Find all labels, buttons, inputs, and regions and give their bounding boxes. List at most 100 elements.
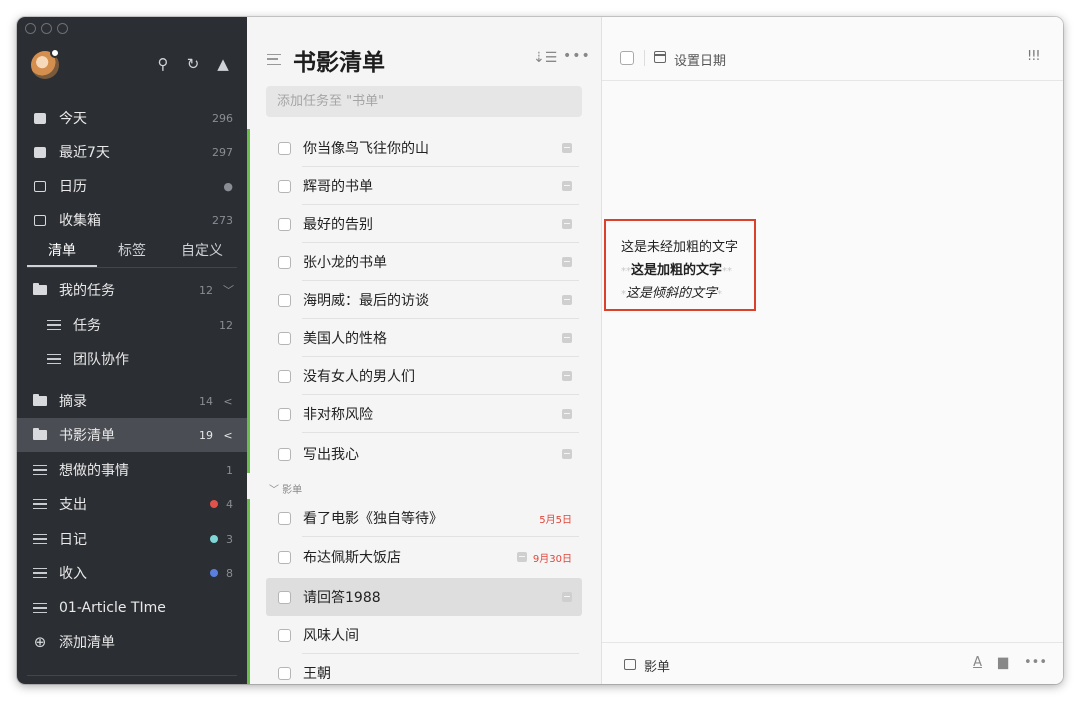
- item-count: 8: [226, 566, 233, 580]
- app-window: ⚲ ↻ ▲ 今天 296 最近7天 297 日历 ● 收集箱 273 清单 标签…: [17, 17, 1063, 684]
- chevron-down-icon[interactable]: ﹀: [223, 282, 234, 298]
- task-item[interactable]: 风味人间: [266, 616, 582, 654]
- task-checkbox[interactable]: [278, 407, 291, 421]
- task-title: 没有女人的男人们: [303, 369, 415, 385]
- note-icon: [562, 409, 572, 419]
- task-item[interactable]: 张小龙的书单: [266, 243, 582, 281]
- project-selector[interactable]: 影单: [644, 656, 670, 675]
- task-checkbox[interactable]: [278, 590, 291, 604]
- zoom-window-button[interactable]: [57, 23, 68, 34]
- sidebar-item-article-time[interactable]: 01-Article TIme: [17, 591, 247, 625]
- sidebar-item-label: 书影清单: [59, 428, 115, 444]
- markdown-marker: **: [722, 266, 733, 277]
- sidebar-item-label: 摘录: [59, 394, 87, 410]
- item-count: 1: [226, 463, 233, 477]
- sidebar-item-todo-wishes[interactable]: 想做的事情 1: [17, 453, 247, 487]
- markdown-marker: *: [717, 289, 723, 300]
- sync-icon[interactable]: ↻: [185, 55, 201, 73]
- sort-icon[interactable]: ⇣☰: [533, 50, 557, 66]
- task-item[interactable]: 没有女人的男人们: [266, 357, 582, 395]
- list-title: 书影清单: [293, 50, 385, 76]
- sidebar-item-tasks[interactable]: 任务 12: [17, 308, 247, 342]
- search-icon[interactable]: ⚲: [155, 55, 171, 73]
- sidebar-item-label: 日记: [59, 532, 87, 548]
- task-checkbox[interactable]: [278, 293, 291, 307]
- sidebar-item-inbox[interactable]: 收集箱 273: [17, 203, 247, 237]
- add-list-button[interactable]: ⊕ 添加清单: [17, 625, 247, 659]
- task-checkbox[interactable]: [278, 217, 291, 231]
- sidebar-item-my-tasks[interactable]: 我的任务 12 ﹀: [17, 273, 247, 307]
- sidebar-item-label: 日历: [59, 179, 87, 195]
- tab-custom[interactable]: 自定义: [167, 237, 237, 267]
- task-item[interactable]: 布达佩斯大饭店 9月30日: [266, 538, 582, 576]
- more-icon[interactable]: •••: [563, 48, 591, 64]
- task-checkbox[interactable]: [278, 550, 291, 564]
- task-checkbox[interactable]: [278, 331, 291, 345]
- task-item[interactable]: 王朝: [266, 654, 582, 684]
- sidebar-item-label: 想做的事情: [59, 463, 129, 479]
- close-window-button[interactable]: [25, 23, 36, 34]
- color-dot: [210, 535, 218, 543]
- sidebar-item-next7days[interactable]: 最近7天 297: [17, 135, 247, 169]
- detail-header: 设置日期 !!!: [602, 17, 1063, 81]
- sidebar-item-team[interactable]: 团队协作: [17, 342, 247, 376]
- task-checkbox[interactable]: [278, 628, 291, 642]
- comment-icon[interactable]: ▆: [998, 655, 1008, 670]
- sidebar-item-label: 收集箱: [59, 213, 101, 229]
- task-item[interactable]: 海明威：最后的访谈: [266, 281, 582, 319]
- more-icon[interactable]: •••: [1024, 655, 1047, 670]
- task-item-selected[interactable]: 请回答1988: [266, 578, 582, 616]
- item-count: 296: [212, 111, 233, 125]
- note-icon: [516, 552, 527, 562]
- priority-button[interactable]: !!!: [1027, 49, 1041, 64]
- task-item[interactable]: 写出我心: [266, 435, 582, 473]
- section-header[interactable]: ﹀ 影单: [269, 481, 302, 496]
- sidebar-item-diary[interactable]: 日记 3: [17, 522, 247, 556]
- minimize-window-button[interactable]: [41, 23, 52, 34]
- task-checkbox[interactable]: [620, 51, 634, 65]
- tab-tags[interactable]: 标签: [97, 237, 167, 267]
- color-dot: [210, 500, 218, 508]
- task-item[interactable]: 非对称风险: [266, 395, 582, 433]
- task-item[interactable]: 美国人的性格: [266, 319, 582, 357]
- set-date-button[interactable]: 设置日期: [674, 50, 726, 69]
- sidebar-item-label: 我的任务: [59, 283, 115, 299]
- sidebar-item-income[interactable]: 收入 8: [17, 556, 247, 590]
- chevron-left-icon[interactable]: <: [223, 395, 233, 408]
- sidebar-item-expense[interactable]: 支出 4: [17, 487, 247, 521]
- task-title: 写出我心: [303, 447, 359, 463]
- task-item[interactable]: 你当像鸟飞往你的山: [266, 129, 582, 167]
- italic-text: 这是倾斜的文字: [626, 286, 718, 301]
- task-checkbox[interactable]: [278, 141, 291, 155]
- task-item[interactable]: 辉哥的书单: [266, 167, 582, 205]
- task-checkbox[interactable]: [278, 179, 291, 193]
- task-title: 最好的告别: [303, 217, 373, 233]
- sidebar-item-books-movies[interactable]: 书影清单 19 <: [17, 418, 247, 452]
- divider: [27, 267, 237, 268]
- sidebar-item-excerpts[interactable]: 摘录 14 <: [17, 384, 247, 418]
- menu-icon[interactable]: [267, 54, 281, 65]
- chevron-left-icon[interactable]: <: [223, 429, 233, 442]
- item-count: 12: [199, 283, 213, 297]
- bell-icon[interactable]: ▲: [215, 55, 231, 73]
- add-task-input[interactable]: [266, 86, 582, 117]
- task-checkbox[interactable]: [278, 369, 291, 383]
- sidebar-item-calendar[interactable]: 日历 ●: [17, 169, 247, 203]
- text-format-icon[interactable]: A: [973, 655, 982, 670]
- task-checkbox[interactable]: [278, 666, 291, 680]
- task-item[interactable]: 最好的告别: [266, 205, 582, 243]
- task-checkbox[interactable]: [278, 447, 291, 461]
- calendar-icon[interactable]: [654, 51, 666, 63]
- tab-lists[interactable]: 清单: [27, 237, 97, 267]
- section-indicator: [247, 129, 250, 473]
- task-title: 布达佩斯大饭店: [303, 550, 401, 566]
- item-count: 3: [226, 532, 233, 546]
- task-item[interactable]: 看了电影《独自等待》 5月5日: [266, 499, 582, 537]
- sidebar-item-label: 01-Article TIme: [59, 600, 166, 616]
- sidebar-item-today[interactable]: 今天 296: [17, 101, 247, 135]
- task-checkbox[interactable]: [278, 255, 291, 269]
- task-content-editor[interactable]: 这是未经加粗的文字 **这是加粗的文字** *这是倾斜的文字*: [604, 219, 756, 311]
- folder-icon: [33, 394, 47, 408]
- task-checkbox[interactable]: [278, 511, 291, 525]
- item-count: 19: [199, 428, 213, 442]
